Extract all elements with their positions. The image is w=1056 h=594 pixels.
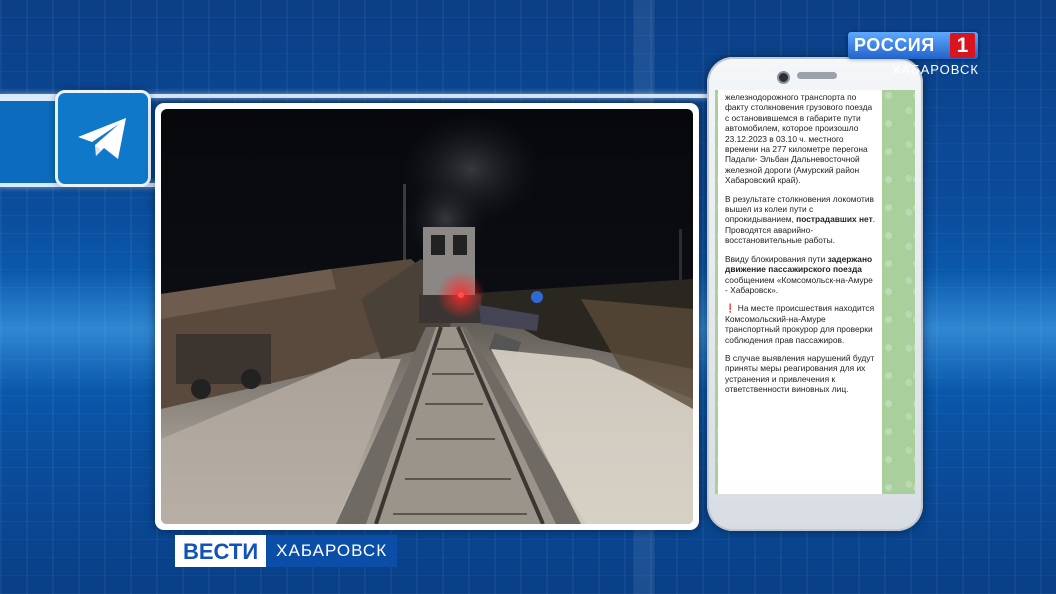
message-text: сообщением «Комсомольск-на-Амуре - Хабар… xyxy=(725,274,873,295)
telegram-icon xyxy=(78,117,126,159)
program-name: ВЕСТИ xyxy=(175,535,267,567)
program-region: ХАБАРОВСК xyxy=(266,535,398,567)
message-paragraph-2: В результате столкновения локомотив выше… xyxy=(725,194,876,246)
message-paragraph-5: В случае выявления нарушений будут приня… xyxy=(725,352,875,395)
message-bold-text: пострадавших нет xyxy=(796,214,873,225)
telegram-message: железнодорожного транспорта по факту сто… xyxy=(718,90,882,494)
program-plate: ВЕСТИ ХАБАРОВСК xyxy=(175,535,398,567)
logo-number: 1 xyxy=(950,33,975,58)
message-text: На месте происшествия находится Комсомол… xyxy=(725,303,875,345)
message-text: Ввиду блокирования пути xyxy=(725,253,826,264)
logo-box: РОССИЯ 1 xyxy=(848,32,978,59)
news-photo-frame xyxy=(155,103,699,530)
phone-mockup: железнодорожного транспорта по факту сто… xyxy=(707,57,923,531)
logo-region: ХАБАРОВСК xyxy=(892,62,979,77)
telegram-badge xyxy=(55,90,151,187)
channel-logo: РОССИЯ 1 ХАБАРОВСК xyxy=(848,32,978,78)
telegram-side-block xyxy=(0,98,56,186)
message-paragraph-1: железнодорожного транспорта по факту сто… xyxy=(725,92,873,186)
logo-text: РОССИЯ xyxy=(854,35,935,55)
message-paragraph-3: Ввиду блокирования пути задержано движен… xyxy=(725,254,876,296)
derailment-photo xyxy=(161,109,693,524)
phone-screen: железнодорожного транспорта по факту сто… xyxy=(715,90,915,494)
phone-camera-icon xyxy=(777,71,790,84)
phone-speaker xyxy=(797,72,837,79)
message-paragraph-4: ❗ На месте происшествия находится Комсом… xyxy=(725,303,876,345)
exclamation-icon: ❗ xyxy=(725,303,736,314)
